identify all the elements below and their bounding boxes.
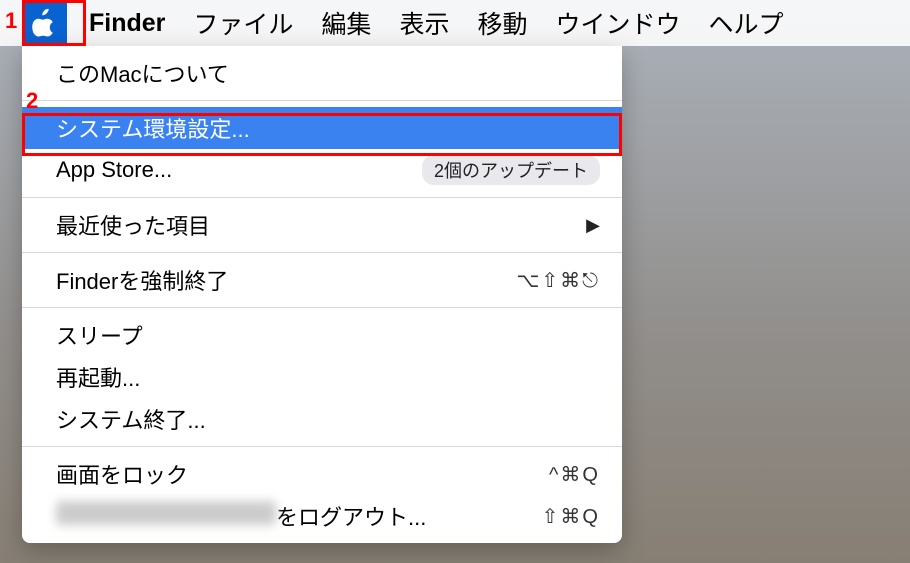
menu-label: システム環境設定...: [56, 112, 600, 144]
keyboard-shortcut: ⇧⌘Q: [542, 504, 600, 529]
menu-label: このMacについて: [56, 57, 600, 89]
menu-label: システム終了...: [56, 403, 600, 435]
menu-separator: [22, 252, 622, 253]
menubar-item-go[interactable]: 移動: [463, 0, 541, 46]
menubar-app-name[interactable]: Finder: [67, 0, 179, 46]
menu-force-quit[interactable]: Finderを強制終了 ⌥⇧⌘⎋: [22, 259, 622, 301]
menubar-item-help[interactable]: ヘルプ: [694, 0, 797, 46]
menu-separator: [22, 307, 622, 308]
menu-separator: [22, 100, 622, 101]
menu-label: をログアウト...: [56, 500, 542, 532]
menubar: Finder ファイル 編集 表示 移動 ウインドウ ヘルプ: [0, 0, 910, 46]
apple-menu-button[interactable]: [22, 0, 67, 46]
menu-label: 画面をロック: [56, 458, 549, 490]
menu-label: 最近使った項目: [56, 209, 586, 241]
keyboard-shortcut: ^⌘Q: [549, 462, 600, 487]
menu-separator: [22, 446, 622, 447]
menu-app-store[interactable]: App Store... 2個のアップデート: [22, 149, 622, 191]
menu-label: Finderを強制終了: [56, 264, 516, 296]
update-badge: 2個のアップデート: [422, 155, 600, 185]
keyboard-shortcut: ⌥⇧⌘⎋: [516, 268, 600, 293]
menubar-item-edit[interactable]: 編集: [307, 0, 385, 46]
menubar-item-window[interactable]: ウインドウ: [541, 0, 694, 46]
submenu-arrow-icon: ▶: [586, 215, 600, 236]
apple-menu-dropdown: このMacについて システム環境設定... App Store... 2個のアッ…: [22, 46, 622, 543]
menu-restart[interactable]: 再起動...: [22, 356, 622, 398]
apple-logo-icon: [32, 8, 58, 38]
menu-recent-items[interactable]: 最近使った項目 ▶: [22, 204, 622, 246]
menubar-item-view[interactable]: 表示: [385, 0, 463, 46]
blurred-username: [56, 501, 276, 525]
logout-suffix: をログアウト...: [276, 505, 426, 530]
menu-shutdown[interactable]: システム終了...: [22, 398, 622, 440]
menu-about-this-mac[interactable]: このMacについて: [22, 52, 622, 94]
menu-system-preferences[interactable]: システム環境設定...: [22, 107, 622, 149]
menu-lock-screen[interactable]: 画面をロック ^⌘Q: [22, 453, 622, 495]
menu-label: App Store...: [56, 157, 422, 183]
menu-sleep[interactable]: スリープ: [22, 314, 622, 356]
menu-label: 再起動...: [56, 361, 600, 393]
menubar-item-file[interactable]: ファイル: [179, 0, 307, 46]
menu-logout[interactable]: をログアウト... ⇧⌘Q: [22, 495, 622, 537]
menu-separator: [22, 197, 622, 198]
menu-label: スリープ: [56, 319, 600, 351]
